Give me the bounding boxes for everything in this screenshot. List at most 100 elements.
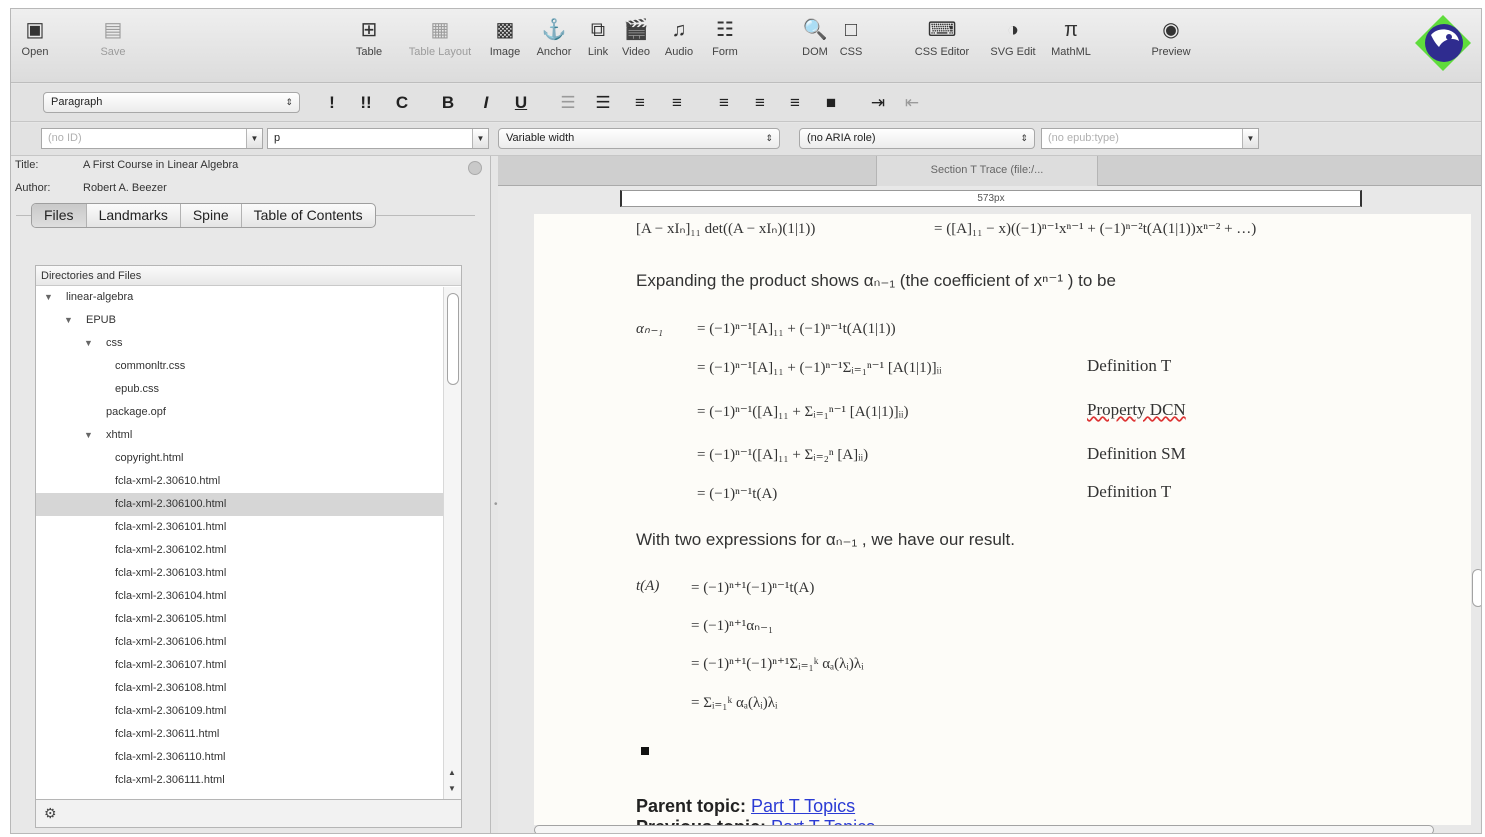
image-icon: ▩ — [495, 19, 515, 41]
book-title[interactable]: A First Course in Linear Algebra — [83, 159, 238, 171]
tab-landmarks[interactable]: Landmarks — [87, 204, 181, 227]
css-editor-button[interactable]: ⌨ CSS Editor — [911, 17, 973, 58]
justification-1: Definition T — [1087, 356, 1172, 375]
align-left-icon[interactable]: ≡ — [712, 92, 736, 114]
tab-spine[interactable]: Spine — [181, 204, 242, 227]
bullet-list-icon[interactable]: ☰ — [556, 92, 580, 114]
editor-panel: Section T Trace (file:/... 573px [A − xI… — [498, 156, 1481, 833]
epub-type-combobox[interactable]: (no epub:type) ▼ — [1041, 128, 1259, 149]
tree-row[interactable]: fcla-xml-2.306100.html — [36, 493, 461, 516]
tree-row[interactable]: commonltr.css — [36, 355, 461, 378]
gear-icon[interactable]: ⚙ — [44, 805, 57, 822]
tree-item-label: commonltr.css — [115, 360, 186, 372]
parent-topic-link[interactable]: Part T Topics — [751, 796, 855, 816]
indent-icon[interactable]: ≡ — [665, 92, 689, 114]
tree-item-label: fcla-xml-2.306104.html — [115, 590, 227, 602]
editor-scroll-thumb[interactable] — [1472, 569, 1481, 607]
tree-scroll-thumb[interactable] — [447, 293, 459, 385]
italic-button[interactable]: I — [474, 92, 498, 114]
dropdown-arrow-icon[interactable]: ▼ — [1242, 129, 1258, 148]
tree-row[interactable]: ▼ xhtml — [36, 424, 461, 447]
preview-button[interactable]: ◉ Preview — [1143, 17, 1199, 58]
tree-row[interactable]: fcla-xml-2.306110.html — [36, 746, 461, 769]
justification-3: Definition SM — [1087, 444, 1186, 463]
tree-row[interactable]: fcla-xml-2.306104.html — [36, 585, 461, 608]
justify-icon[interactable]: ■ — [819, 92, 843, 114]
decrease-indent-icon[interactable]: ⇤ — [900, 92, 924, 114]
dropdown-arrow-icon[interactable]: ▼ — [472, 129, 488, 148]
numbered-list-icon[interactable]: ☰ — [591, 92, 615, 114]
format-button-c[interactable]: C — [390, 92, 414, 114]
open-button[interactable]: ▣ Open — [11, 17, 63, 58]
scroll-up-arrow-icon[interactable]: ▲ — [448, 768, 456, 777]
book-author[interactable]: Robert A. Beezer — [83, 182, 167, 194]
tree-row[interactable]: fcla-xml-2.306107.html — [36, 654, 461, 677]
dedent-icon[interactable]: ≡ — [628, 92, 652, 114]
svg-edit-button[interactable]: ◑ SVG Edit — [985, 17, 1041, 58]
tree-item-label: fcla-xml-2.306100.html — [115, 498, 227, 510]
title-row: Title: A First Course in Linear Algebra — [15, 159, 239, 171]
tree-row[interactable]: fcla-xml-2.306101.html — [36, 516, 461, 539]
align-right-icon[interactable]: ≡ — [783, 92, 807, 114]
tree-row[interactable]: fcla-xml-2.30610.html — [36, 470, 461, 493]
bold-button[interactable]: B — [436, 92, 460, 114]
tree-row[interactable]: fcla-xml-2.306111.html — [36, 769, 461, 792]
previous-topic-link[interactable]: Part T Topics — [771, 817, 875, 825]
image-button[interactable]: ▩ Image — [477, 17, 533, 58]
css-button[interactable]: □ CSS — [823, 17, 879, 58]
tree-row[interactable]: ▼ EPUB — [36, 309, 461, 332]
tree-item-label: xhtml — [106, 429, 133, 441]
tree-row[interactable]: fcla-xml-2.306102.html — [36, 539, 461, 562]
increase-indent-icon[interactable]: ⇥ — [866, 92, 890, 114]
metadata-button[interactable] — [468, 161, 482, 175]
tree-row[interactable]: fcla-xml-2.306105.html — [36, 608, 461, 631]
tree-row[interactable]: fcla-xml-2.306108.html — [36, 677, 461, 700]
editor-horizontal-scrollbar[interactable] — [534, 825, 1434, 833]
dropdown-arrow-icon[interactable]: ▼ — [246, 129, 262, 148]
width-select[interactable]: Variable width ⇕ — [498, 128, 780, 149]
save-icon: ▤ — [103, 19, 123, 41]
tree-row[interactable]: fcla-xml-2.306109.html — [36, 700, 461, 723]
math-line-0-right: = ([A]₁₁ − x)((−1)ⁿ⁻¹xⁿ⁻¹ + (−1)ⁿ⁻²t(A(1… — [934, 221, 1257, 237]
align-center-icon[interactable]: ≡ — [748, 92, 772, 114]
attribute-toolbar: (no ID) ▼ p ▼ Variable width ⇕ (no ARIA … — [11, 123, 1481, 156]
table-button[interactable]: ⊞ Table — [341, 17, 397, 58]
tree-row[interactable]: epub.css — [36, 378, 461, 401]
save-button[interactable]: ▤ Save — [85, 17, 141, 58]
id-combobox[interactable]: (no ID) ▼ — [41, 128, 263, 149]
tree-row[interactable]: fcla-xml-2.306103.html — [36, 562, 461, 585]
disclosure-triangle-icon[interactable]: ▼ — [84, 332, 93, 355]
disclosure-triangle-icon[interactable]: ▼ — [64, 309, 73, 332]
tab-table-of-contents[interactable]: Table of Contents — [242, 204, 375, 227]
tree-item-label: fcla-xml-2.30611.html — [115, 728, 220, 740]
element-combobox[interactable]: p ▼ — [267, 128, 489, 149]
format-button-1[interactable]: ! — [320, 92, 344, 114]
tree-row[interactable]: copyright.html — [36, 447, 461, 470]
disclosure-triangle-icon[interactable]: ▼ — [44, 286, 53, 309]
disclosure-triangle-icon[interactable]: ▼ — [84, 424, 93, 447]
tree-item-label: package.opf — [106, 406, 166, 418]
format-button-2[interactable]: !! — [354, 92, 378, 114]
eq2-line-1: = (−1)ⁿ⁺¹(−1)ⁿ⁻¹t(A) — [691, 580, 815, 596]
tree-row[interactable]: ▼ css — [36, 332, 461, 355]
tree-row[interactable]: ▼ linear-algebra — [36, 286, 461, 309]
form-button[interactable]: ☷ Form — [697, 17, 753, 58]
scroll-down-arrow-icon[interactable]: ▼ — [448, 784, 456, 793]
table-layout-button[interactable]: ▦ Table Layout — [401, 17, 479, 58]
editor-vertical-scrollbar[interactable] — [1471, 226, 1481, 822]
width-ruler[interactable]: 573px — [620, 190, 1362, 207]
splitter-handle[interactable]: • — [494, 499, 498, 510]
document-tab[interactable]: Section T Trace (file:/... — [876, 156, 1098, 186]
mathml-button[interactable]: π MathML — [1043, 17, 1099, 58]
qed-square — [641, 747, 649, 755]
tree-row[interactable]: package.opf — [36, 401, 461, 424]
tree-row[interactable]: fcla-xml-2.306106.html — [36, 631, 461, 654]
aria-role-select[interactable]: (no ARIA role) ⇕ — [799, 128, 1035, 149]
format-toolbar: Paragraph ⇕ ! !! C B I U ☰ ☰ ≡ ≡ ≡ ≡ ≡ ■… — [11, 84, 1481, 122]
tree-scrollbar[interactable]: ▲ ▼ — [443, 287, 461, 799]
paragraph-style-select[interactable]: Paragraph ⇕ — [43, 92, 300, 113]
tab-files[interactable]: Files — [32, 204, 87, 227]
underline-button[interactable]: U — [509, 92, 533, 114]
wysiwyg-editor[interactable]: [A − xIₙ]₁₁ det((A − xIₙ)(1|1)) = ([A]₁₁… — [534, 214, 1471, 825]
tree-row[interactable]: fcla-xml-2.30611.html — [36, 723, 461, 746]
